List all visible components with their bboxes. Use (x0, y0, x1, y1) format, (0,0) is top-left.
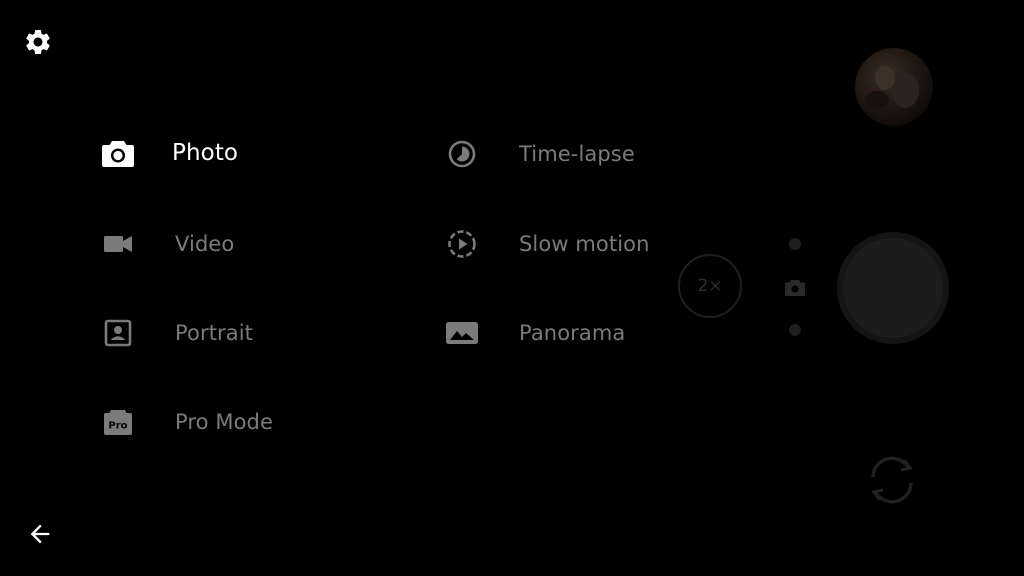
mode-panorama[interactable]: Panorama (444, 313, 625, 353)
time-lapse-icon (444, 136, 480, 172)
gallery-thumbnail[interactable] (855, 48, 933, 126)
thumbnail-image (865, 66, 919, 109)
mode-time-lapse[interactable]: Time-lapse (444, 134, 635, 174)
slow-motion-icon (444, 226, 480, 262)
back-button[interactable] (24, 518, 56, 550)
pro-icon-text: Pro (108, 421, 127, 432)
zoom-toggle-button[interactable]: 2× (678, 254, 742, 318)
mode-video[interactable]: Video (100, 224, 234, 264)
shutter-button[interactable] (837, 232, 949, 344)
back-arrow-icon (30, 524, 50, 544)
camera-icon (100, 136, 136, 172)
mode-indicator-dot-bottom (789, 324, 801, 336)
portrait-icon (100, 315, 136, 351)
panorama-icon (444, 315, 480, 351)
mode-pro[interactable]: Pro Pro Mode (100, 402, 273, 442)
switch-camera-button[interactable] (862, 450, 922, 510)
gear-icon (26, 29, 50, 54)
mode-portrait-label: Portrait (175, 321, 254, 345)
settings-button[interactable] (22, 26, 54, 58)
video-camera-icon (100, 226, 136, 262)
mode-video-label: Video (175, 232, 235, 256)
mode-pro-label: Pro Mode (175, 410, 274, 434)
switch-camera-icon (871, 456, 913, 504)
mode-portrait[interactable]: Portrait (100, 313, 253, 353)
camera-mode-screen: Photo Video Portrait Pro Pro Mode Time-l… (0, 0, 1024, 576)
mode-slow-motion[interactable]: Slow motion (444, 224, 649, 264)
pro-icon: Pro (100, 404, 136, 440)
mode-photo[interactable]: Photo (100, 134, 238, 174)
mode-indicator-dot-top (789, 238, 801, 250)
camera-mode-indicator-icon (784, 278, 806, 298)
mode-slow-motion-label: Slow motion (519, 232, 650, 256)
mode-time-lapse-label: Time-lapse (519, 142, 635, 166)
mode-panorama-label: Panorama (519, 321, 626, 345)
mode-photo-label: Photo (172, 140, 239, 166)
